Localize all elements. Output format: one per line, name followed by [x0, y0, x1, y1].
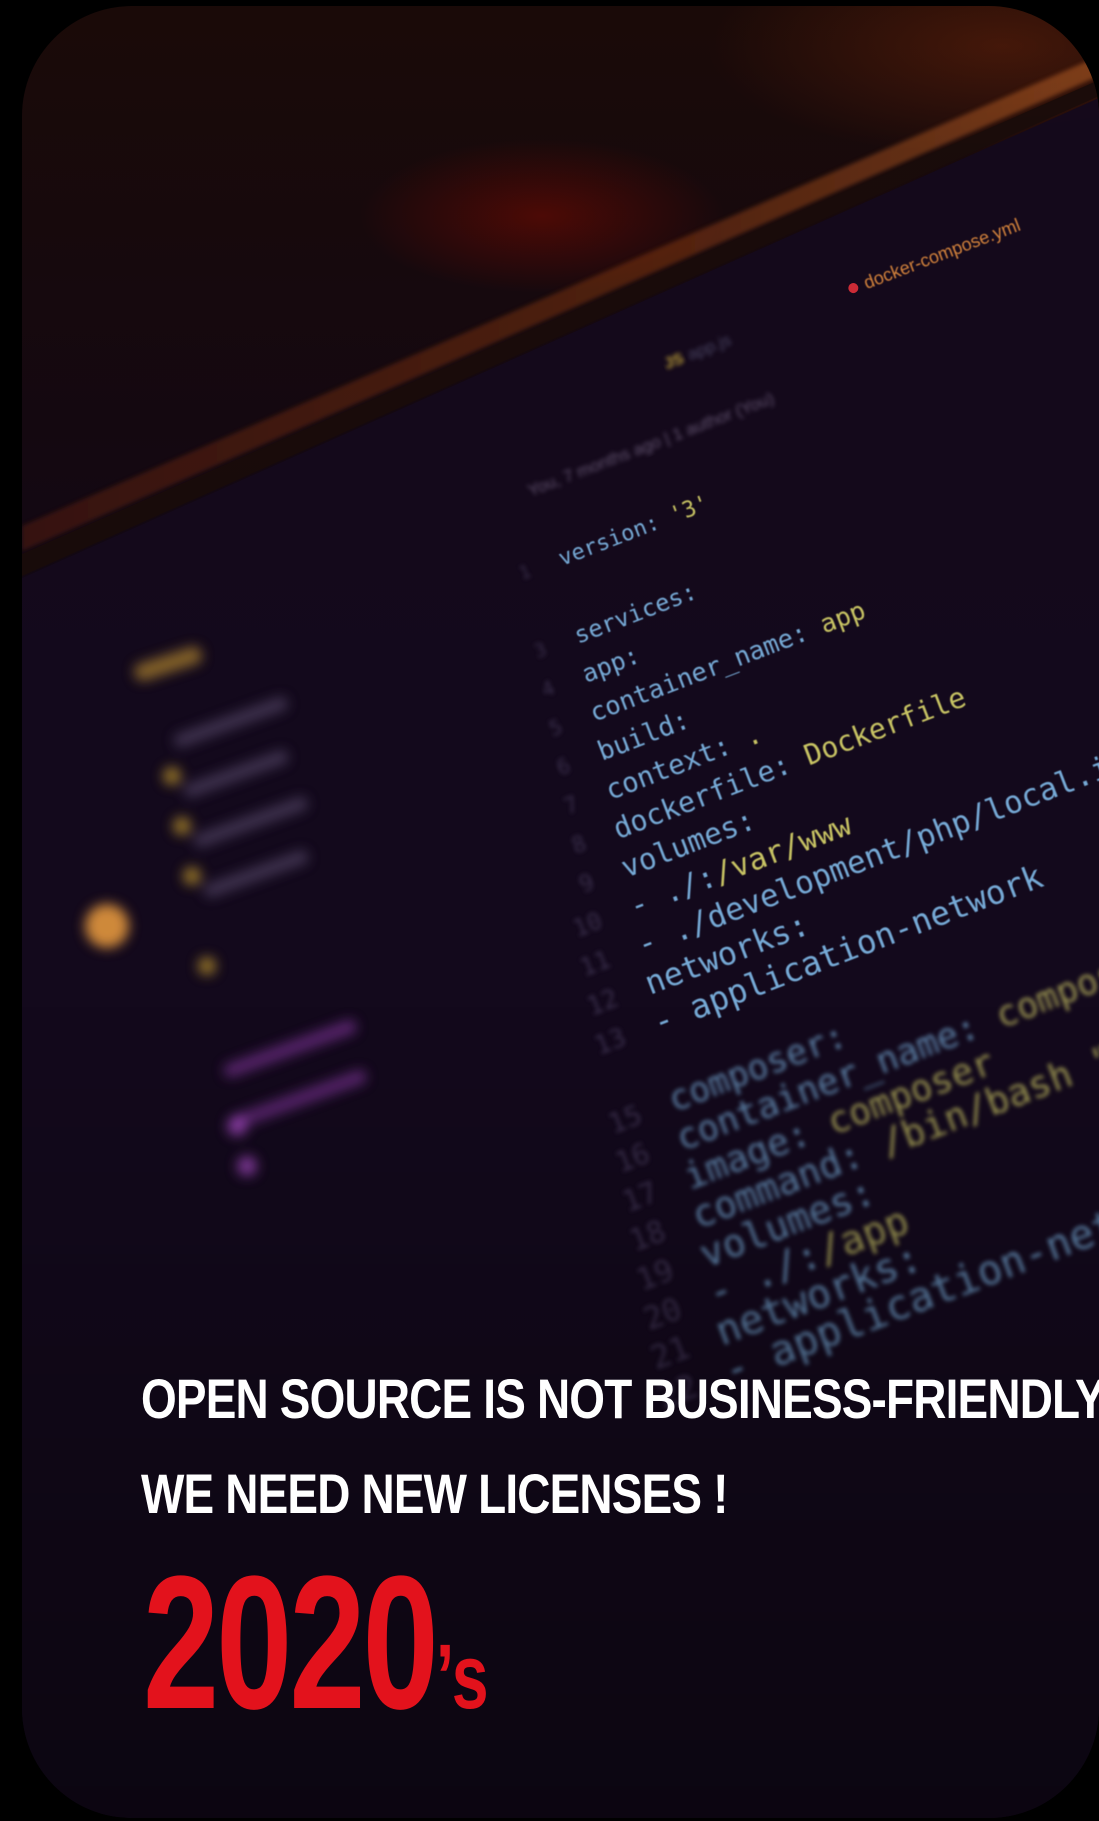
decade-label: 2020’s	[143, 1548, 489, 1738]
headline-line-2: WE NEED NEW LICENSES !	[141, 1462, 728, 1525]
headline-line-1: OPEN SOURCE IS NOT BUSINESS-FRIENDLY !	[141, 1367, 1099, 1430]
decade-year: 2020	[143, 1537, 439, 1749]
decade-suffix: ’s	[435, 1626, 489, 1728]
